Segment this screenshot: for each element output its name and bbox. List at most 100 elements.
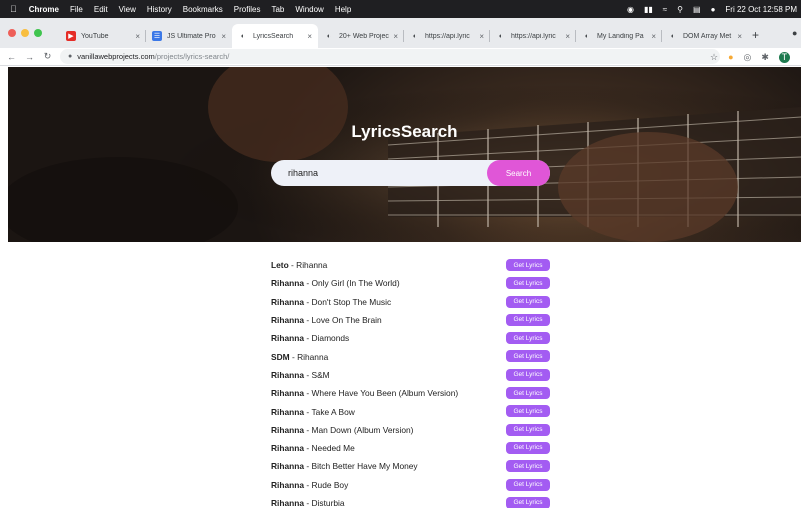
extension-circle-icon[interactable]: ◎ [744, 52, 752, 63]
list-item: Rihanna - Take A Bow Get Lyrics [271, 402, 561, 420]
battery-icon[interactable]: ▮▮ [644, 5, 653, 14]
song-title: Love On The Brain [311, 315, 382, 326]
tab-js-ultimate[interactable]: ☰ JS Ultimate Pro × [146, 24, 232, 48]
list-item: Leto - Rihanna Get Lyrics [271, 256, 561, 274]
get-lyrics-button[interactable]: Get Lyrics [506, 405, 550, 418]
reload-icon[interactable]: ↻ [41, 51, 54, 62]
new-tab-icon[interactable]: + [752, 28, 759, 42]
separator-dash: - [304, 406, 312, 417]
song-title: Only Girl (In The World) [311, 278, 400, 289]
close-tab-icon[interactable]: × [393, 32, 398, 41]
macos-menu-bar:  Chrome File Edit View History Bookmark… [0, 0, 801, 18]
separator-dash: - [304, 333, 312, 344]
tab-youtube[interactable]: ▶ YouTube × [60, 24, 146, 48]
apple-icon[interactable]:  [10, 4, 17, 14]
menu-file[interactable]: File [70, 5, 83, 14]
menu-bookmarks[interactable]: Bookmarks [183, 5, 223, 14]
list-item: Rihanna - Rude Boy Get Lyrics [271, 476, 561, 494]
back-arrow-icon[interactable]: ← [5, 52, 18, 62]
bookmark-star-icon[interactable]: ☆ [710, 52, 718, 63]
extensions-puzzle-icon[interactable]: ✱ [761, 52, 769, 63]
tab-lyrics-search[interactable]: ◐ LyricsSearch × [232, 24, 318, 48]
get-lyrics-button[interactable]: Get Lyrics [506, 277, 550, 290]
separator-dash: - [304, 424, 312, 435]
tab-label: YouTube [81, 32, 109, 40]
song-artist: SDM [271, 351, 290, 362]
separator-dash: - [304, 315, 312, 326]
menu-window[interactable]: Window [295, 5, 323, 14]
song-artist: Leto [271, 260, 289, 271]
tab-label: 20+ Web Projec [339, 32, 389, 40]
menu-edit[interactable]: Edit [94, 5, 108, 14]
forward-arrow-icon[interactable]: → [23, 52, 36, 62]
record-icon[interactable]: ◉ [627, 5, 634, 14]
tab-web-projects[interactable]: ◐ 20+ Web Projec × [318, 24, 404, 48]
control-center-icon[interactable]: ▤ [693, 5, 701, 14]
get-lyrics-button[interactable]: Get Lyrics [506, 423, 550, 436]
search-button[interactable]: Search [487, 160, 550, 186]
close-tab-icon[interactable]: × [651, 32, 656, 41]
menu-profiles[interactable]: Profiles [234, 5, 261, 14]
get-lyrics-button[interactable]: Get Lyrics [506, 313, 550, 326]
lock-icon[interactable]: ● [68, 53, 72, 60]
close-tab-icon[interactable]: × [565, 32, 570, 41]
wifi-icon[interactable]: ≈ [663, 5, 667, 14]
get-lyrics-button[interactable]: Get Lyrics [506, 332, 550, 345]
menu-tab[interactable]: Tab [271, 5, 284, 14]
menu-history[interactable]: History [147, 5, 172, 14]
close-tab-icon[interactable]: × [221, 32, 226, 41]
get-lyrics-button[interactable]: Get Lyrics [506, 496, 550, 508]
close-window-button[interactable] [8, 29, 16, 37]
separator-dash: - [304, 443, 312, 454]
tab-dom-array[interactable]: ◐ DOM Array Met × [662, 24, 748, 48]
document-icon: ☰ [152, 31, 162, 41]
song-title: Take A Bow [311, 406, 355, 417]
song-title: Rihanna [296, 260, 328, 271]
separator-dash: - [304, 278, 312, 289]
get-lyrics-button[interactable]: Get Lyrics [506, 478, 550, 491]
siri-icon[interactable]: ● [711, 5, 716, 14]
window-controls [8, 29, 47, 37]
list-item: Rihanna - Man Down (Album Version) Get Ly… [271, 421, 561, 439]
close-tab-icon[interactable]: × [479, 32, 484, 41]
spotlight-search-icon[interactable]: ⚲ [677, 5, 683, 14]
get-lyrics-button[interactable]: Get Lyrics [506, 259, 550, 271]
song-title: Man Down (Album Version) [311, 424, 414, 435]
get-lyrics-button[interactable]: Get Lyrics [506, 441, 550, 454]
song-artist: Rihanna [271, 369, 305, 380]
search-input[interactable] [271, 160, 481, 186]
menu-view[interactable]: View [119, 5, 136, 14]
menu-help[interactable]: Help [335, 5, 351, 14]
address-bar[interactable]: ● vanillawebprojects.com/projects/lyrics… [60, 49, 720, 64]
menu-chrome[interactable]: Chrome [29, 5, 59, 14]
url-host: vanillawebprojects.com [77, 52, 155, 61]
song-title: S&M [311, 369, 330, 380]
get-lyrics-button[interactable]: Get Lyrics [506, 460, 550, 473]
get-lyrics-button[interactable]: Get Lyrics [506, 295, 550, 308]
close-tab-icon[interactable]: × [737, 32, 742, 41]
tab-api-lyrics-2[interactable]: ◐ https://api.lyric × [490, 24, 576, 48]
list-item: Rihanna - Bitch Better Have My Money Get … [271, 457, 561, 475]
get-lyrics-button[interactable]: Get Lyrics [506, 350, 550, 363]
minimize-window-button[interactable] [21, 29, 29, 37]
profile-avatar[interactable]: T [778, 51, 790, 63]
get-lyrics-button[interactable]: Get Lyrics [506, 387, 550, 400]
menubar-clock[interactable]: Fri 22 Oct 12:58 PM [725, 5, 797, 14]
globe-icon: ◐ [240, 32, 246, 40]
close-tab-icon[interactable]: × [307, 32, 312, 41]
list-item: Rihanna - Love On The Brain Get Lyrics [271, 311, 561, 329]
close-tab-icon[interactable]: × [135, 32, 140, 41]
tab-label: https://api.lyric [425, 32, 470, 40]
song-artist: Rihanna [271, 315, 305, 326]
extension-drop-icon[interactable]: ● [728, 52, 733, 62]
song-title: Disturbia [311, 498, 345, 508]
song-artist: Rihanna [271, 443, 305, 454]
zoom-window-button[interactable] [34, 29, 42, 37]
tab-landing-page[interactable]: ◐ My Landing Pa × [576, 24, 662, 48]
tab-label: JS Ultimate Pro [167, 32, 216, 40]
tab-search-icon[interactable]: ● [792, 28, 797, 38]
separator-dash: - [304, 296, 312, 307]
separator-dash: - [289, 351, 298, 362]
get-lyrics-button[interactable]: Get Lyrics [506, 368, 550, 381]
tab-api-lyrics-1[interactable]: ◐ https://api.lyric × [404, 24, 490, 48]
